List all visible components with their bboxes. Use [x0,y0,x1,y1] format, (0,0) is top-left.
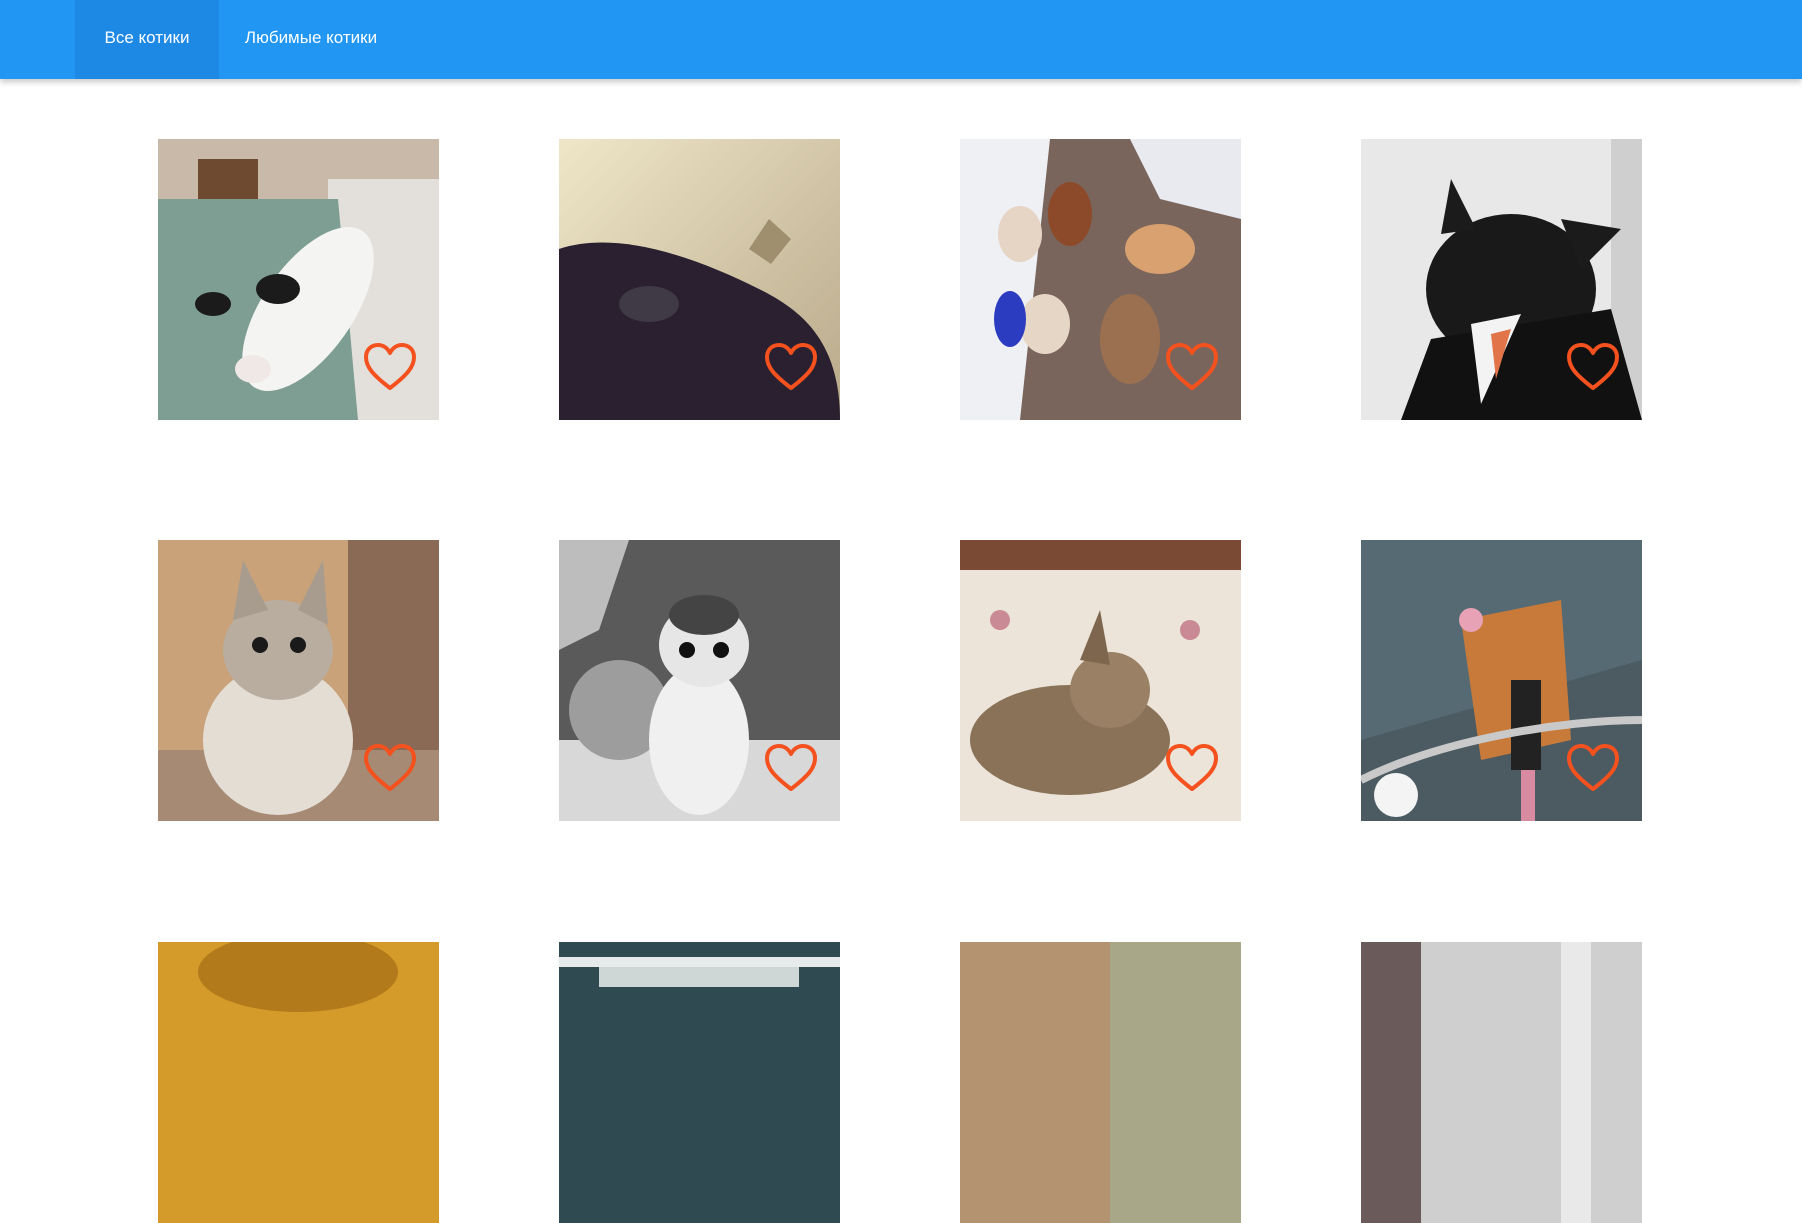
tab-all-cats[interactable]: Все котики [75,0,219,79]
like-button[interactable] [1165,743,1219,793]
like-button[interactable] [764,342,818,392]
cat-card [960,942,1241,1223]
cat-card [158,540,439,821]
cat-photo [1361,942,1642,1223]
cat-card [158,139,439,420]
heart-outline-icon [1567,343,1619,390]
heart-outline-icon [1567,744,1619,791]
cat-card [960,540,1241,821]
heart-outline-icon [1166,343,1218,390]
cat-photo [559,942,840,1223]
like-button[interactable] [363,743,417,793]
like-button[interactable] [363,342,417,392]
cat-card [1361,942,1642,1223]
heart-outline-icon [765,343,817,390]
like-button[interactable] [1566,743,1620,793]
like-button[interactable] [764,743,818,793]
cat-card [1361,139,1642,420]
heart-outline-icon [364,744,416,791]
cat-photo [960,942,1241,1223]
cat-card [559,540,840,821]
like-button[interactable] [1566,342,1620,392]
cat-photo [158,942,439,1223]
heart-outline-icon [765,744,817,791]
heart-outline-icon [1166,744,1218,791]
like-button[interactable] [1165,342,1219,392]
cat-card [559,942,840,1223]
cat-card [158,942,439,1223]
cat-card [559,139,840,420]
top-navigation-bar: Все котики Любимые котики [0,0,1802,79]
cat-card [960,139,1241,420]
heart-outline-icon [364,343,416,390]
tab-favorite-cats[interactable]: Любимые котики [231,0,391,79]
cat-card [1361,540,1642,821]
